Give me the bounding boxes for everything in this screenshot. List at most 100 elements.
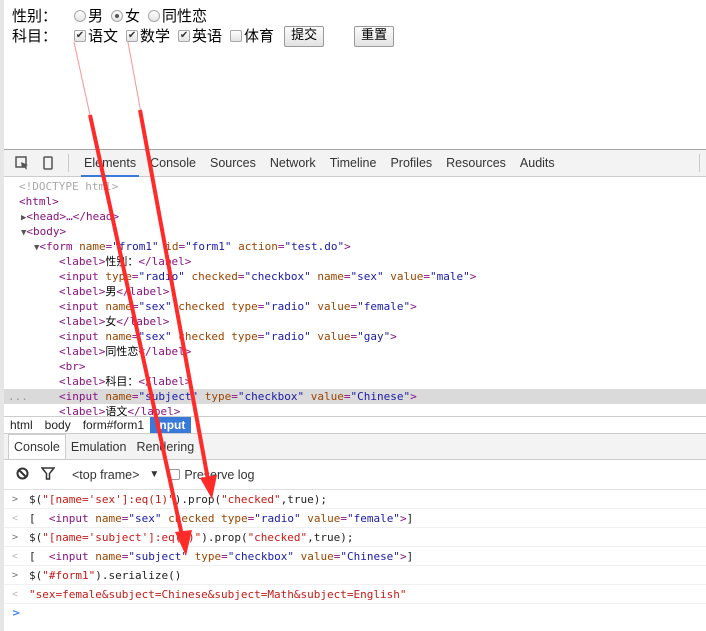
code-token: name bbox=[72, 240, 106, 253]
code-token: id bbox=[158, 240, 179, 253]
code-token: "sex" bbox=[350, 270, 384, 283]
checkbox-chinese-label: 语文 bbox=[88, 27, 119, 45]
dropdown-arrow-icon[interactable]: ▼ bbox=[149, 469, 159, 480]
checkbox-english[interactable]: ✔ bbox=[178, 30, 191, 42]
checkbox-chinese[interactable]: ✔ bbox=[74, 30, 86, 42]
code-token: name bbox=[95, 512, 122, 525]
dom-node-doctype[interactable]: <!DOCTYPE html> bbox=[4, 179, 706, 194]
dom-node-input[interactable]: ... <input name="subject" type="checkbox"… bbox=[4, 389, 706, 404]
code-token: ).prop( bbox=[174, 493, 222, 506]
code-token: "gay" bbox=[357, 330, 391, 343]
dom-node-input[interactable]: <input name="sex" checked type="radio" v… bbox=[4, 299, 706, 314]
code-token: $( bbox=[29, 531, 43, 544]
sex-option-male[interactable]: 男 bbox=[74, 6, 103, 26]
tab-profiles[interactable]: Profiles bbox=[383, 150, 439, 177]
html-tag: <html> bbox=[19, 195, 59, 208]
tab-sources[interactable]: Sources bbox=[203, 150, 263, 177]
dom-node-head[interactable]: ▶<head>…</head> bbox=[4, 209, 706, 224]
dom-node-label[interactable]: <label>女</label> bbox=[4, 314, 706, 329]
clear-console-icon[interactable] bbox=[14, 467, 30, 483]
code-token: </label> bbox=[116, 315, 170, 328]
dom-node-label[interactable]: <label>语文</label> bbox=[4, 404, 706, 416]
dom-node-input[interactable]: <input type="radio" checked="checkbox" n… bbox=[4, 269, 706, 284]
sex-option-gay[interactable]: 同性恋 bbox=[148, 6, 207, 26]
dom-node-input[interactable]: <input name="sex" checked type="radio" v… bbox=[4, 329, 706, 344]
code-token: ] bbox=[406, 550, 414, 563]
tab-network[interactable]: Network bbox=[263, 150, 323, 177]
console-result[interactable]: < "sex=female&subject=Chinese&subject=Mat… bbox=[4, 585, 706, 604]
breadcrumb: html body form#form1 input bbox=[4, 416, 706, 434]
console-result[interactable]: <[ <input name="sex" checked type="radio… bbox=[4, 509, 706, 528]
dom-node-br[interactable]: <br> bbox=[4, 359, 706, 374]
subject-option-math[interactable]: ✔ 数学 bbox=[126, 26, 170, 46]
tab-audits[interactable]: Audits bbox=[513, 150, 562, 177]
reset-button[interactable]: 重置 bbox=[354, 25, 395, 47]
drawer-tab-emulation[interactable]: Emulation bbox=[66, 435, 132, 459]
subject-option-chinese[interactable]: ✔ 语文 bbox=[74, 26, 118, 46]
subject-option-english[interactable]: ✔ 英语 bbox=[178, 26, 222, 46]
breadcrumb-form[interactable]: form#form1 bbox=[77, 417, 150, 433]
code-token: "checkbox" bbox=[227, 550, 294, 563]
dom-node-label[interactable]: <label>性别：</label> bbox=[4, 254, 706, 269]
filter-icon[interactable] bbox=[40, 466, 56, 483]
drawer-tab-console[interactable]: Console bbox=[8, 434, 66, 459]
dom-node-html[interactable]: <html> bbox=[4, 194, 706, 209]
console-prompt[interactable]: > bbox=[4, 604, 706, 623]
subject-option-pe[interactable]: 体育 bbox=[230, 26, 274, 46]
code-token: <input bbox=[59, 300, 99, 313]
device-mode-icon[interactable] bbox=[40, 155, 56, 171]
sex-row: 性别： 男 女 同性恋 bbox=[12, 6, 394, 26]
dom-node-label[interactable]: <label>同性恋</label> bbox=[4, 344, 706, 359]
code-token: "sex" bbox=[138, 330, 172, 343]
label-text: 性别： bbox=[105, 255, 139, 268]
code-token: </label> bbox=[138, 345, 192, 358]
code-token: ,true); bbox=[280, 493, 328, 506]
checkbox-pe[interactable] bbox=[230, 30, 243, 42]
dom-node-body[interactable]: ▼<body> bbox=[4, 224, 706, 239]
code-token: "checked" bbox=[247, 531, 308, 544]
code-token: "from1" bbox=[112, 240, 159, 253]
code-token: "radio" bbox=[254, 512, 301, 525]
preserve-log-checkbox[interactable] bbox=[169, 469, 181, 480]
more-actions-icon: ... bbox=[8, 390, 28, 403]
radio-gay[interactable] bbox=[148, 10, 161, 22]
dom-node-form[interactable]: ▼<form name="from1" id="form1" action="t… bbox=[4, 239, 706, 254]
console-result[interactable]: <[ <input name="subject" type="checkbox"… bbox=[4, 547, 706, 566]
code-token: <label> bbox=[59, 285, 106, 298]
output-prompt-icon: < bbox=[12, 589, 19, 600]
tab-console[interactable]: Console bbox=[143, 150, 203, 177]
code-token: "subject" bbox=[128, 550, 188, 563]
code-token: type bbox=[198, 390, 232, 403]
code-token: <input bbox=[48, 550, 96, 563]
label-text: 女 bbox=[105, 315, 117, 328]
code-token: > bbox=[399, 550, 407, 563]
breadcrumb-body[interactable]: body bbox=[39, 417, 77, 433]
code-token: checked bbox=[171, 300, 225, 313]
input-prompt-icon: > bbox=[12, 532, 19, 543]
code-token: action bbox=[231, 240, 278, 253]
code-token: = bbox=[231, 390, 238, 403]
drawer-tab-rendering[interactable]: Rendering bbox=[131, 435, 199, 459]
dom-node-label[interactable]: <label>男</label> bbox=[4, 284, 706, 299]
dom-node-label[interactable]: <label>科目：</label> bbox=[4, 374, 706, 389]
tab-elements[interactable]: Elements bbox=[77, 150, 143, 177]
code-token: value bbox=[300, 512, 341, 525]
breadcrumb-html[interactable]: html bbox=[4, 417, 39, 433]
radio-female[interactable] bbox=[111, 10, 124, 22]
tab-timeline[interactable]: Timeline bbox=[323, 150, 384, 177]
devtools-toolbar: Elements Console Sources Network Timelin… bbox=[4, 149, 706, 177]
code-token: value bbox=[310, 330, 351, 343]
radio-male[interactable] bbox=[74, 10, 86, 22]
submit-button[interactable]: 提交 bbox=[284, 25, 325, 47]
tab-resources[interactable]: Resources bbox=[439, 150, 513, 177]
console-command[interactable]: > $("[name='sex']:eq(1)").prop("checked",… bbox=[4, 490, 706, 509]
checkbox-math[interactable]: ✔ bbox=[126, 30, 139, 42]
breadcrumb-input[interactable]: input bbox=[150, 417, 192, 433]
sex-option-female[interactable]: 女 bbox=[111, 6, 140, 26]
console-command[interactable]: > $("[name='subject']:eq(0)").prop("check… bbox=[4, 528, 706, 547]
console-command[interactable]: > $("#form1").serialize() bbox=[4, 566, 706, 585]
code-token: "sex" bbox=[138, 300, 172, 313]
inspect-element-icon[interactable] bbox=[14, 155, 30, 171]
code-token: "[name='subject']:eq(0)" bbox=[42, 531, 202, 544]
frame-selector[interactable]: <top frame> bbox=[72, 468, 139, 482]
